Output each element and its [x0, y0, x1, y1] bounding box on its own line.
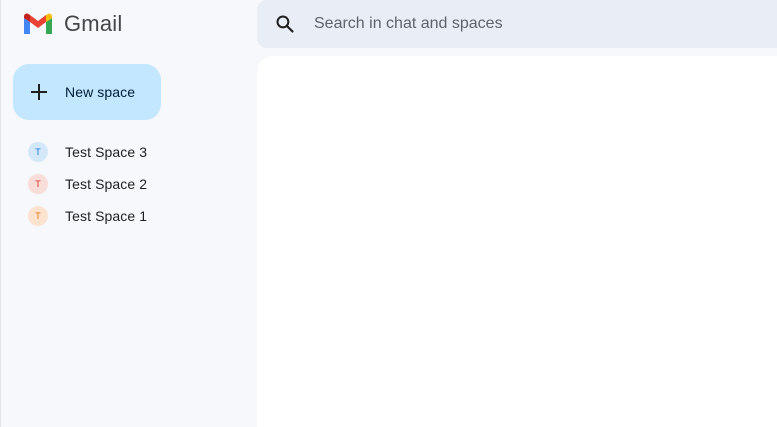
- app-name: Gmail: [64, 11, 123, 36]
- space-list: T Test Space 3 T Test Space 2 T Test Spa…: [28, 136, 228, 232]
- space-item-label: Test Space 3: [65, 144, 148, 160]
- space-item-test-space-1[interactable]: T Test Space 1: [28, 200, 228, 232]
- plus-icon: [29, 82, 49, 102]
- space-avatar: T: [28, 142, 48, 162]
- window-left-border: [0, 0, 1, 427]
- gmail-logo-icon: [24, 13, 52, 34]
- space-item-test-space-2[interactable]: T Test Space 2: [28, 168, 228, 200]
- space-item-label: Test Space 1: [65, 208, 148, 224]
- space-avatar: T: [28, 206, 48, 226]
- new-space-button[interactable]: New space: [13, 64, 161, 120]
- space-item-test-space-3[interactable]: T Test Space 3: [28, 136, 228, 168]
- search-input[interactable]: [314, 9, 714, 39]
- search-icon[interactable]: [273, 12, 297, 36]
- space-avatar: T: [28, 174, 48, 194]
- main-content-panel: [257, 56, 777, 427]
- brand-logo-link[interactable]: Gmail: [22, 10, 122, 38]
- search-bar[interactable]: [257, 0, 777, 48]
- new-space-label: New space: [65, 84, 136, 100]
- space-item-label: Test Space 2: [65, 176, 148, 192]
